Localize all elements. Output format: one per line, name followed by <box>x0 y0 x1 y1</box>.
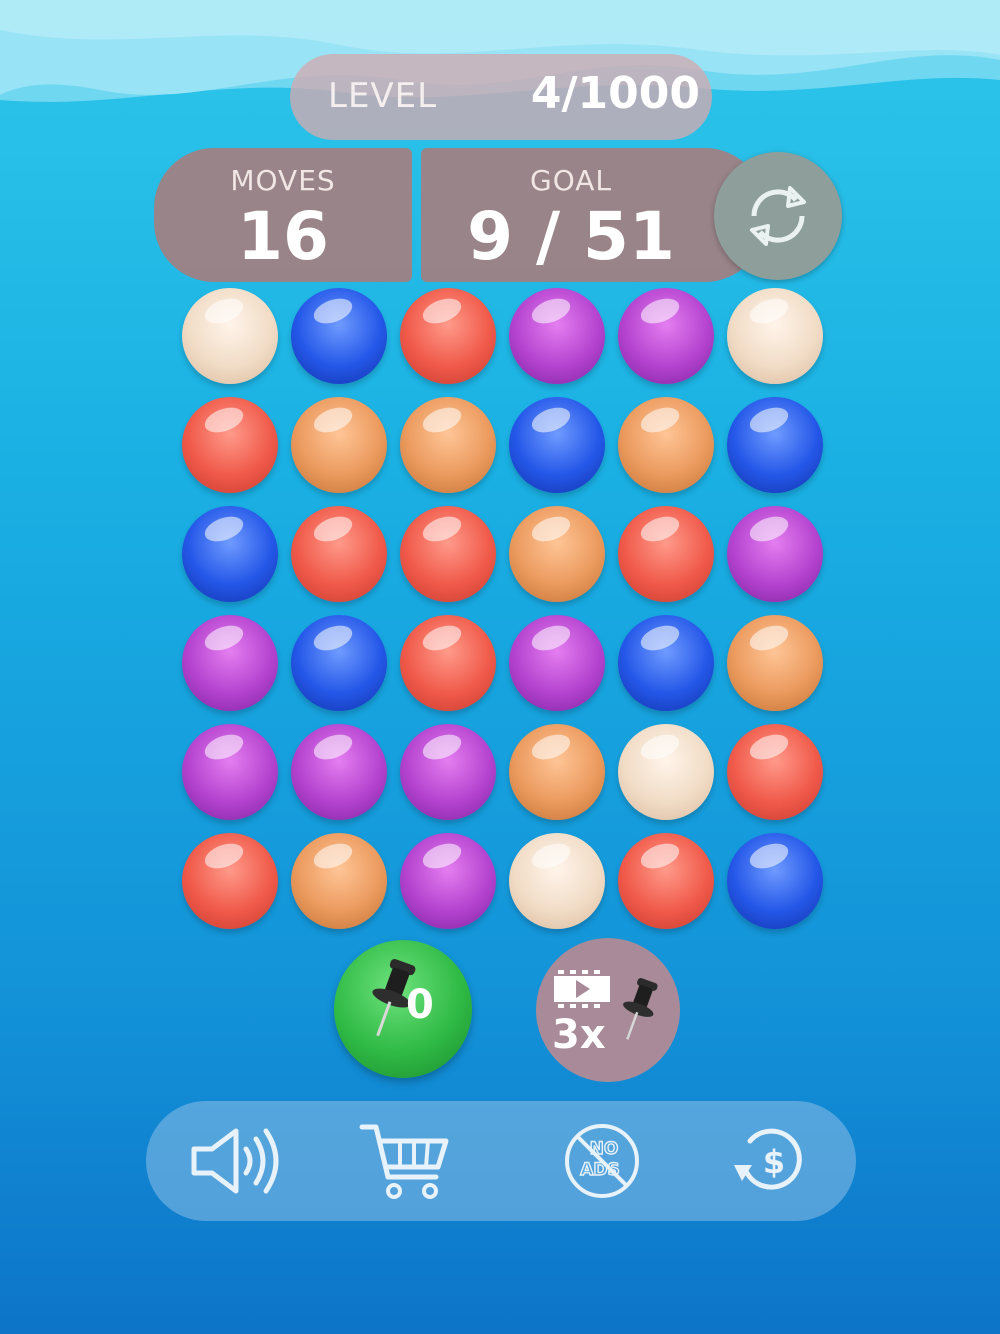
bubble-red[interactable] <box>618 833 714 929</box>
dollar-symbol: $ <box>763 1143 785 1181</box>
bubble-cream[interactable] <box>509 833 605 929</box>
bottom-toolbar: NO ADS $ <box>146 1101 856 1221</box>
bubble-blue[interactable] <box>291 615 387 711</box>
bubble-red[interactable] <box>727 724 823 820</box>
no-ads-text-bottom: ADS <box>580 1160 620 1180</box>
bubble-red[interactable] <box>291 506 387 602</box>
bubble-red[interactable] <box>400 288 496 384</box>
bubble-board <box>182 288 826 932</box>
multiplier-label: 3x <box>552 1012 606 1058</box>
bubble-orange[interactable] <box>291 833 387 929</box>
restore-purchase-icon: $ <box>734 1128 802 1190</box>
bubble-orange[interactable] <box>727 615 823 711</box>
level-value: 4/1000 <box>530 68 700 119</box>
cart-icon <box>359 1124 449 1199</box>
pushpin-icon <box>623 978 658 1040</box>
bubble-blue[interactable] <box>727 833 823 929</box>
bubble-purple[interactable] <box>400 724 496 820</box>
pin-count: 0 <box>406 982 434 1028</box>
bubble-orange[interactable] <box>400 397 496 493</box>
bubble-blue[interactable] <box>182 506 278 602</box>
moves-value: 16 <box>237 198 329 275</box>
bubble-purple[interactable] <box>400 833 496 929</box>
goal-label: GOAL <box>530 164 612 197</box>
sound-button[interactable] <box>184 1117 284 1205</box>
bubble-blue[interactable] <box>618 615 714 711</box>
bubble-red[interactable] <box>618 506 714 602</box>
video-pin-booster-button[interactable]: 3x <box>536 938 680 1082</box>
bubble-red[interactable] <box>400 615 496 711</box>
bubble-orange[interactable] <box>618 397 714 493</box>
bubble-orange[interactable] <box>509 506 605 602</box>
no-ads-icon: NO ADS <box>565 1124 639 1198</box>
bubble-cream[interactable] <box>727 288 823 384</box>
goal-value: 9 / 51 <box>467 198 675 275</box>
bubble-cream[interactable] <box>182 288 278 384</box>
level-label: LEVEL <box>328 76 438 116</box>
bubble-cream[interactable] <box>618 724 714 820</box>
bubble-red[interactable] <box>182 833 278 929</box>
shop-button[interactable] <box>354 1117 454 1205</box>
level-indicator: LEVEL 4/1000 <box>290 54 712 140</box>
bubble-blue[interactable] <box>727 397 823 493</box>
no-ads-text-top: NO <box>590 1139 619 1159</box>
bubble-blue[interactable] <box>291 288 387 384</box>
pin-booster-button[interactable]: 0 <box>334 940 472 1078</box>
restore-purchases-button[interactable]: $ <box>720 1117 820 1205</box>
shuffle-button[interactable] <box>714 152 842 280</box>
bubble-purple[interactable] <box>509 615 605 711</box>
video-icon <box>554 968 610 1010</box>
no-ads-button[interactable]: NO ADS <box>552 1117 652 1205</box>
bubble-orange[interactable] <box>291 397 387 493</box>
moves-label: MOVES <box>230 164 336 197</box>
bubble-purple[interactable] <box>727 506 823 602</box>
bubble-red[interactable] <box>182 397 278 493</box>
moves-panel: MOVES 16 <box>154 148 412 282</box>
bubble-purple[interactable] <box>182 615 278 711</box>
speaker-icon <box>191 1128 279 1194</box>
bubble-orange[interactable] <box>509 724 605 820</box>
bubble-purple[interactable] <box>509 288 605 384</box>
bubble-purple[interactable] <box>182 724 278 820</box>
bubble-purple[interactable] <box>291 724 387 820</box>
bubble-blue[interactable] <box>509 397 605 493</box>
refresh-icon <box>750 186 806 246</box>
bubble-purple[interactable] <box>618 288 714 384</box>
bubble-red[interactable] <box>400 506 496 602</box>
